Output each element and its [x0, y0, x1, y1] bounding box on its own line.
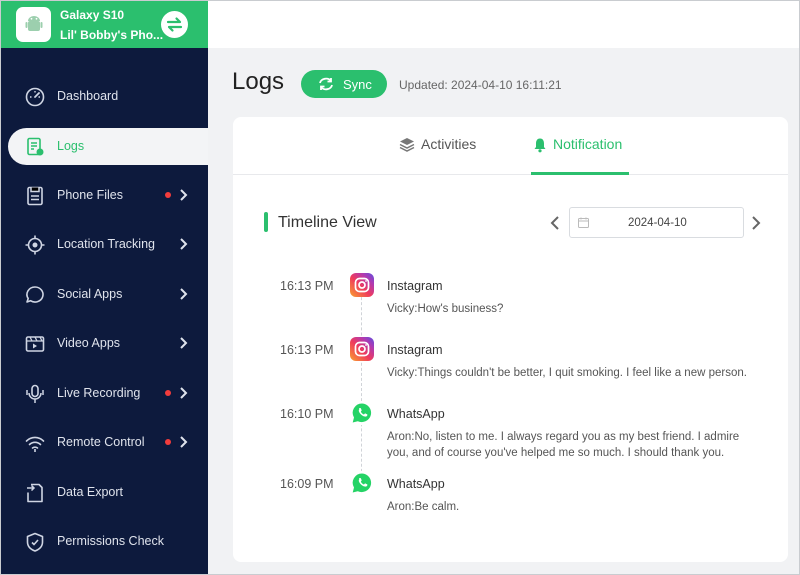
sidebar: Galaxy S10 Lil' Bobby's Pho... Dashboard… — [0, 0, 208, 575]
sidebar-item-label: Permissions Check — [57, 534, 164, 548]
tab-activities[interactable]: Activities — [399, 117, 489, 175]
video-icon — [25, 336, 45, 352]
date-picker[interactable]: 2024-04-10 — [569, 207, 744, 238]
sidebar-item-label: Location Tracking — [57, 237, 155, 251]
switch-device-button[interactable] — [161, 11, 188, 38]
last-updated: Updated: 2024-04-10 16:11:21 — [399, 78, 562, 92]
entry-time: 16:13 PM — [280, 343, 334, 357]
sidebar-item-label: Dashboard — [57, 89, 119, 103]
timeline-title: Timeline View — [278, 214, 377, 231]
entry-app-name: Instagram — [387, 279, 443, 293]
active-tab-indicator — [531, 172, 629, 175]
sidebar-item-label: Live Recording — [57, 386, 141, 400]
section-accent-bar — [264, 212, 268, 232]
sidebar-item-data-export[interactable]: Data Export — [8, 474, 208, 511]
next-date-icon[interactable] — [750, 215, 762, 231]
entry-app-name: WhatsApp — [387, 407, 445, 421]
device-header[interactable]: Galaxy S10 Lil' Bobby's Pho... — [0, 0, 208, 48]
new-badge — [165, 390, 171, 396]
sidebar-item-permissions-check[interactable]: Permissions Check — [8, 523, 208, 560]
instagram-icon — [350, 273, 374, 297]
refresh-icon — [319, 77, 333, 91]
export-icon — [27, 483, 43, 503]
entry-message: Aron:Be calm. — [387, 501, 460, 513]
logs-card: Activities Notification Timeline View 20… — [233, 117, 788, 562]
entry-message: Vicky:Things couldn't be better, I quit … — [387, 367, 747, 379]
timeline-line — [361, 287, 362, 487]
document-icon — [27, 137, 44, 156]
chevron-right-icon — [180, 238, 188, 250]
entry-time: 16:13 PM — [280, 279, 334, 293]
device-name: Galaxy S10 — [60, 8, 125, 22]
tab-bar: Activities Notification — [233, 117, 788, 175]
new-badge — [165, 192, 171, 198]
sidebar-item-video-apps[interactable]: Video Apps — [8, 325, 208, 362]
top-bar — [208, 0, 800, 48]
shield-icon — [26, 532, 44, 552]
entry-time: 16:10 PM — [280, 407, 334, 421]
instagram-icon — [350, 337, 374, 361]
sidebar-item-label: Data Export — [57, 485, 124, 499]
sidebar-item-label: Social Apps — [57, 287, 123, 301]
chevron-right-icon — [180, 189, 188, 201]
android-icon — [16, 7, 51, 42]
entry-time: 16:09 PM — [280, 477, 334, 491]
bell-icon — [534, 138, 546, 153]
chevron-right-icon — [180, 387, 188, 399]
sidebar-item-phone-files[interactable]: Phone Files — [8, 177, 208, 214]
tab-label: Notification — [553, 136, 623, 152]
prev-date-icon[interactable] — [549, 215, 561, 231]
target-icon — [25, 235, 45, 255]
new-badge — [165, 439, 171, 445]
sync-label: Sync — [343, 77, 372, 92]
sidebar-item-live-recording[interactable]: Live Recording — [8, 375, 208, 412]
chevron-right-icon — [180, 337, 188, 349]
sidebar-item-social-apps[interactable]: Social Apps — [8, 276, 208, 313]
sync-button[interactable]: Sync — [301, 70, 387, 98]
sidebar-item-remote-control[interactable]: Remote Control — [8, 424, 208, 461]
switch-icon — [166, 17, 183, 32]
sidebar-item-label: Video Apps — [57, 336, 121, 350]
entry-app-name: WhatsApp — [387, 477, 445, 491]
sidebar-item-label: Remote Control — [57, 435, 145, 449]
entry-message: Vicky:How's business? — [387, 303, 504, 315]
sidebar-item-logs[interactable]: Logs — [8, 128, 208, 165]
chevron-right-icon — [180, 436, 188, 448]
entry-message: Aron:No, listen to me. I always regard y… — [387, 431, 740, 459]
layers-icon — [399, 138, 415, 152]
whatsapp-icon — [350, 401, 374, 425]
page-title: Logs — [232, 68, 285, 95]
selected-date: 2024-04-10 — [628, 217, 687, 229]
chevron-right-icon — [180, 288, 188, 300]
whatsapp-icon — [350, 471, 374, 495]
file-icon — [27, 186, 43, 206]
gauge-icon — [25, 87, 45, 107]
device-owner: Lil' Bobby's Pho... — [60, 28, 164, 42]
sidebar-item-label: Logs — [57, 139, 85, 153]
chat-bubble-icon — [26, 286, 44, 303]
sidebar-item-location-tracking[interactable]: Location Tracking — [8, 226, 208, 263]
tab-notification[interactable]: Notification — [531, 117, 629, 175]
wifi-icon — [25, 436, 45, 452]
calendar-icon — [578, 217, 589, 228]
entry-app-name: Instagram — [387, 343, 443, 357]
microphone-icon — [26, 384, 44, 403]
sidebar-item-label: Phone Files — [57, 188, 124, 202]
sidebar-item-dashboard[interactable]: Dashboard — [8, 78, 208, 115]
tab-label: Activities — [421, 136, 477, 152]
